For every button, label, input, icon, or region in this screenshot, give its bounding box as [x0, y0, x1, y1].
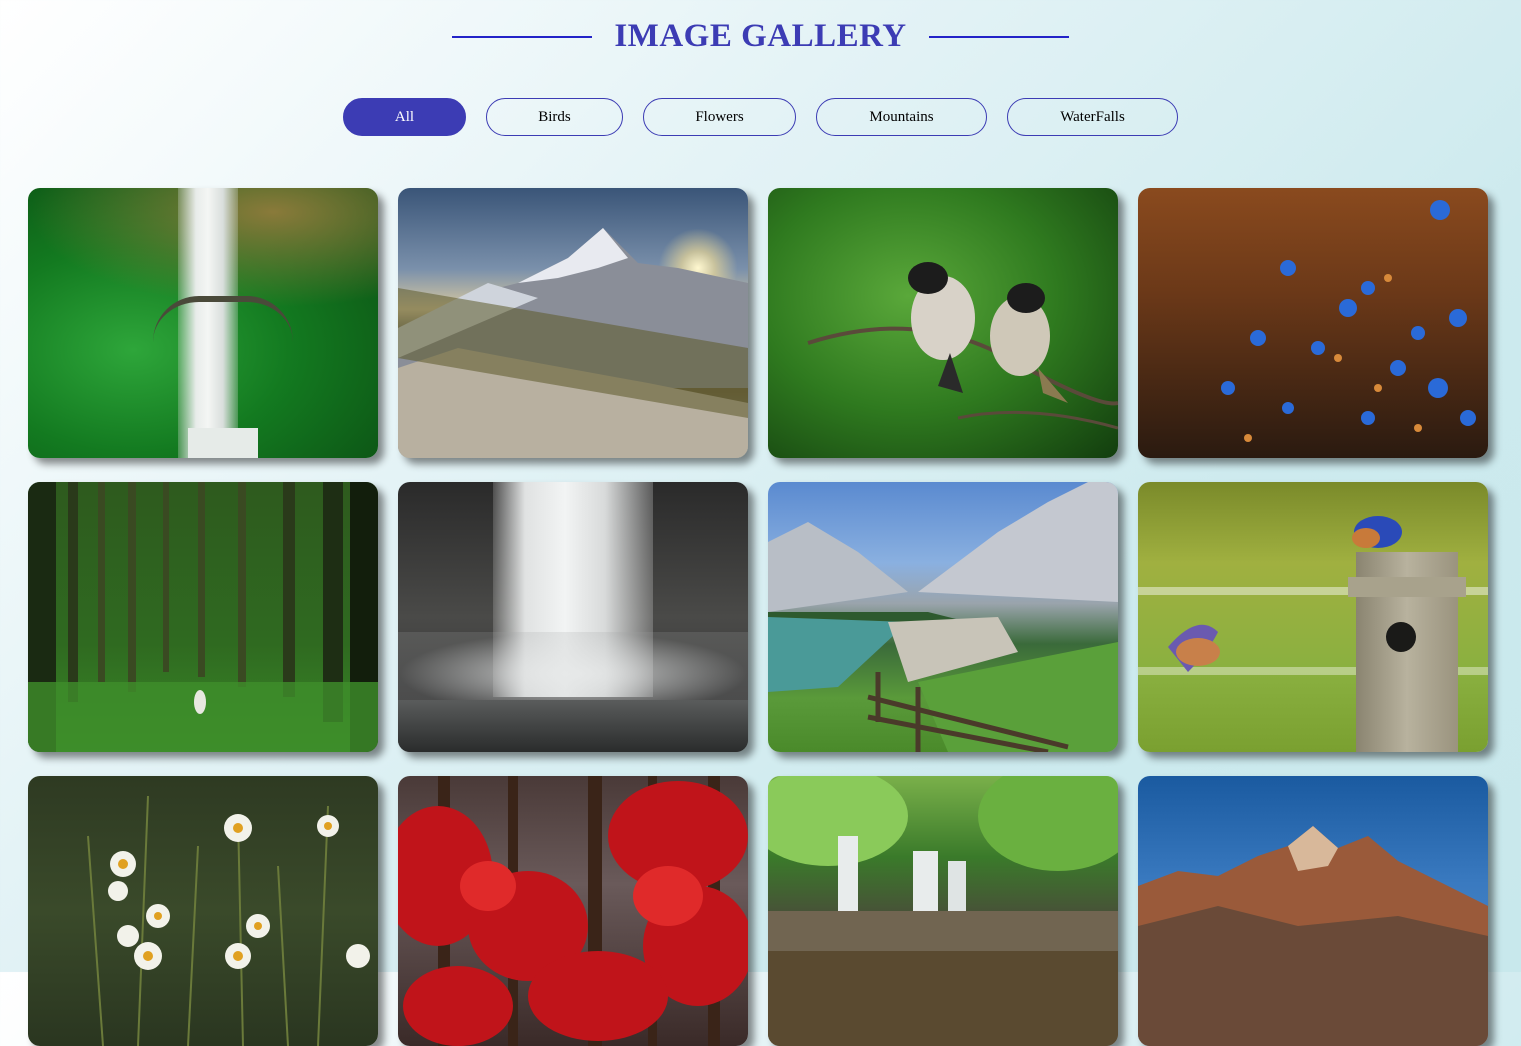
header-left-line [452, 35, 593, 38]
page-title: IMAGE GALLERY [614, 18, 907, 54]
filter-birds-button[interactable]: Birds [486, 98, 623, 136]
header-right-line [928, 35, 1069, 38]
gallery-image-alpine-lake[interactable] [768, 482, 1118, 752]
filter-waterfalls-button[interactable]: WaterFalls [1007, 98, 1178, 136]
filter-all-button[interactable]: All [343, 98, 466, 136]
gallery-image-large-waterfall[interactable] [398, 482, 748, 752]
gallery-image-mountain-sunrise[interactable] [398, 188, 748, 458]
gallery-image-rugged-mountains[interactable] [1138, 776, 1488, 1046]
filter-bar: All Birds Flowers Mountains WaterFalls [0, 98, 1521, 136]
image-grid [28, 188, 1488, 1046]
gallery-image-green-forest[interactable] [28, 482, 378, 752]
gallery-image-two-birds[interactable] [768, 188, 1118, 458]
gallery-image-blue-flowers[interactable] [1138, 188, 1488, 458]
gallery-image-forest-cascade[interactable] [768, 776, 1118, 1046]
filter-flowers-button[interactable]: Flowers [643, 98, 796, 136]
filter-mountains-button[interactable]: Mountains [816, 98, 987, 136]
page-header: IMAGE GALLERY [0, 18, 1521, 55]
gallery-image-daisies[interactable] [28, 776, 378, 1046]
gallery-image-red-trees[interactable] [398, 776, 748, 1046]
gallery-image-bluebirds-birdhouse[interactable] [1138, 482, 1488, 752]
gallery-image-waterfall-bridge[interactable] [28, 188, 378, 458]
